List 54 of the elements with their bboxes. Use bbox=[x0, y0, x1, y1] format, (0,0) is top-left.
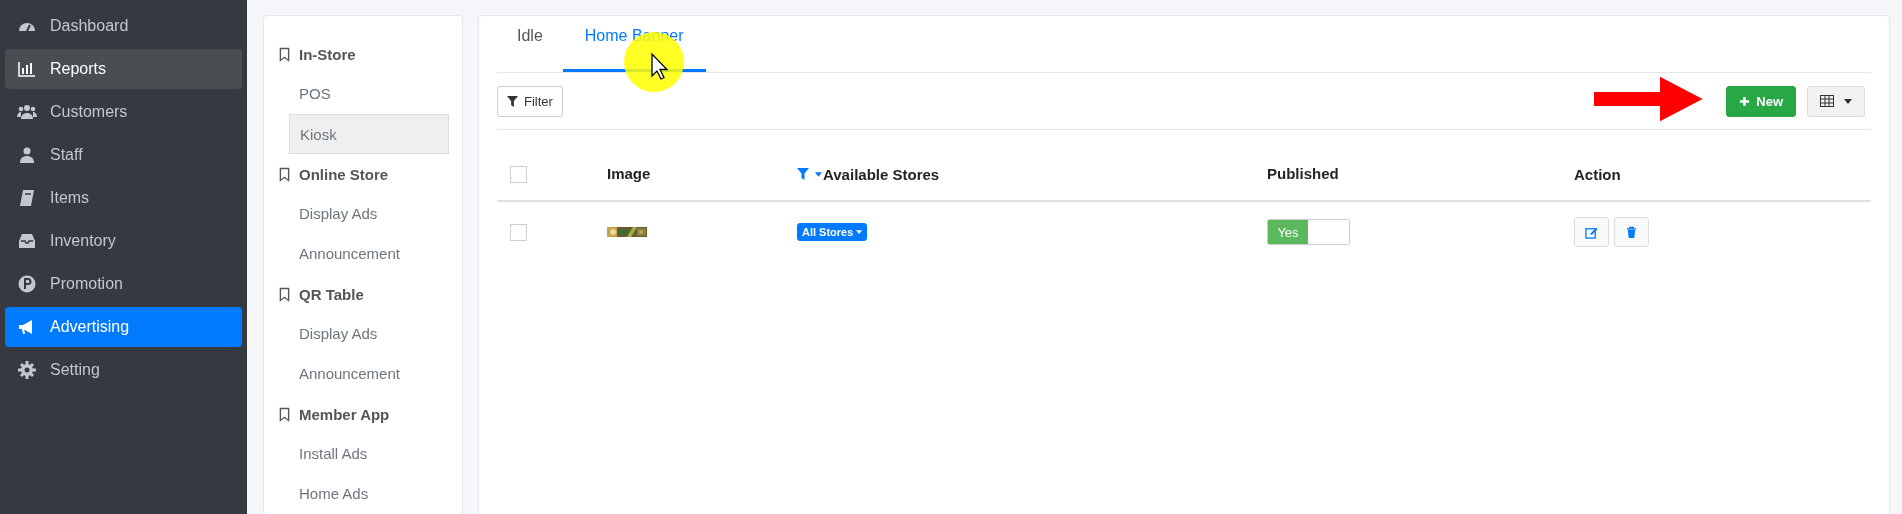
book-icon bbox=[17, 188, 37, 208]
tab[interactable]: Idle bbox=[497, 16, 563, 72]
submenu-item[interactable]: Home Ads bbox=[289, 474, 449, 514]
chart-icon bbox=[17, 59, 37, 79]
edit-button[interactable] bbox=[1574, 217, 1609, 247]
sidebar-item[interactable]: Staff bbox=[5, 135, 242, 175]
bookmark-icon bbox=[279, 166, 290, 182]
submenu-item[interactable]: Announcement bbox=[289, 354, 449, 394]
bookmark-icon bbox=[279, 46, 290, 62]
submenu-item[interactable]: Display Ads bbox=[289, 314, 449, 354]
filter-button[interactable]: Filter bbox=[497, 85, 563, 117]
staff-icon bbox=[17, 145, 37, 165]
submenu-heading: In-Store bbox=[299, 45, 356, 63]
caret-icon bbox=[1844, 98, 1852, 104]
submenu-heading: Member App bbox=[299, 405, 390, 423]
edit-icon bbox=[1585, 225, 1598, 239]
trash-icon bbox=[1625, 225, 1638, 239]
table-icon bbox=[1820, 95, 1834, 107]
sidebar-item[interactable]: Advertising bbox=[5, 307, 242, 347]
sidebar-item[interactable]: Promotion bbox=[5, 264, 242, 304]
caret-icon[interactable] bbox=[815, 171, 822, 177]
sidebar-item[interactable]: Customers bbox=[5, 92, 242, 132]
column-header: Published bbox=[1267, 165, 1339, 182]
sidebar-item[interactable]: Items bbox=[5, 178, 242, 218]
bookmark-icon bbox=[279, 406, 290, 422]
submenu-item[interactable]: Display Ads bbox=[289, 194, 449, 234]
caret-icon bbox=[856, 230, 863, 234]
users-icon bbox=[17, 102, 37, 122]
gear-icon bbox=[17, 360, 37, 380]
column-header: Action bbox=[1574, 165, 1621, 183]
sidebar-item[interactable]: Inventory bbox=[5, 221, 242, 261]
inbox-icon bbox=[17, 231, 37, 251]
submenu-heading: Online Store bbox=[299, 165, 389, 183]
submenu-item[interactable]: Kiosk bbox=[289, 114, 449, 154]
checkbox[interactable] bbox=[510, 223, 527, 241]
sidebar-item[interactable]: Dashboard bbox=[5, 6, 242, 46]
funnel-icon bbox=[507, 95, 518, 107]
sidebar-item[interactable]: Reports bbox=[5, 49, 242, 89]
column-header: Image bbox=[607, 165, 651, 182]
submenu-item[interactable]: Install Ads bbox=[289, 434, 449, 474]
delete-button[interactable] bbox=[1614, 217, 1649, 247]
new-button[interactable]: New bbox=[1726, 85, 1796, 117]
columns-dropdown-button[interactable] bbox=[1807, 85, 1865, 117]
promo-icon bbox=[17, 274, 37, 294]
stores-dropdown-badge[interactable]: All Stores bbox=[797, 223, 868, 241]
funnel-icon[interactable] bbox=[797, 168, 809, 180]
submenu-item[interactable]: Announcement bbox=[289, 234, 449, 274]
bookmark-icon bbox=[279, 286, 290, 302]
column-header: Available Stores bbox=[823, 165, 940, 183]
submenu-item[interactable]: POS bbox=[289, 74, 449, 114]
plus-icon bbox=[1739, 95, 1751, 107]
sidebar-item[interactable]: Setting bbox=[5, 350, 242, 390]
submenu-heading: QR Table bbox=[299, 285, 364, 303]
checkbox[interactable] bbox=[510, 165, 527, 183]
